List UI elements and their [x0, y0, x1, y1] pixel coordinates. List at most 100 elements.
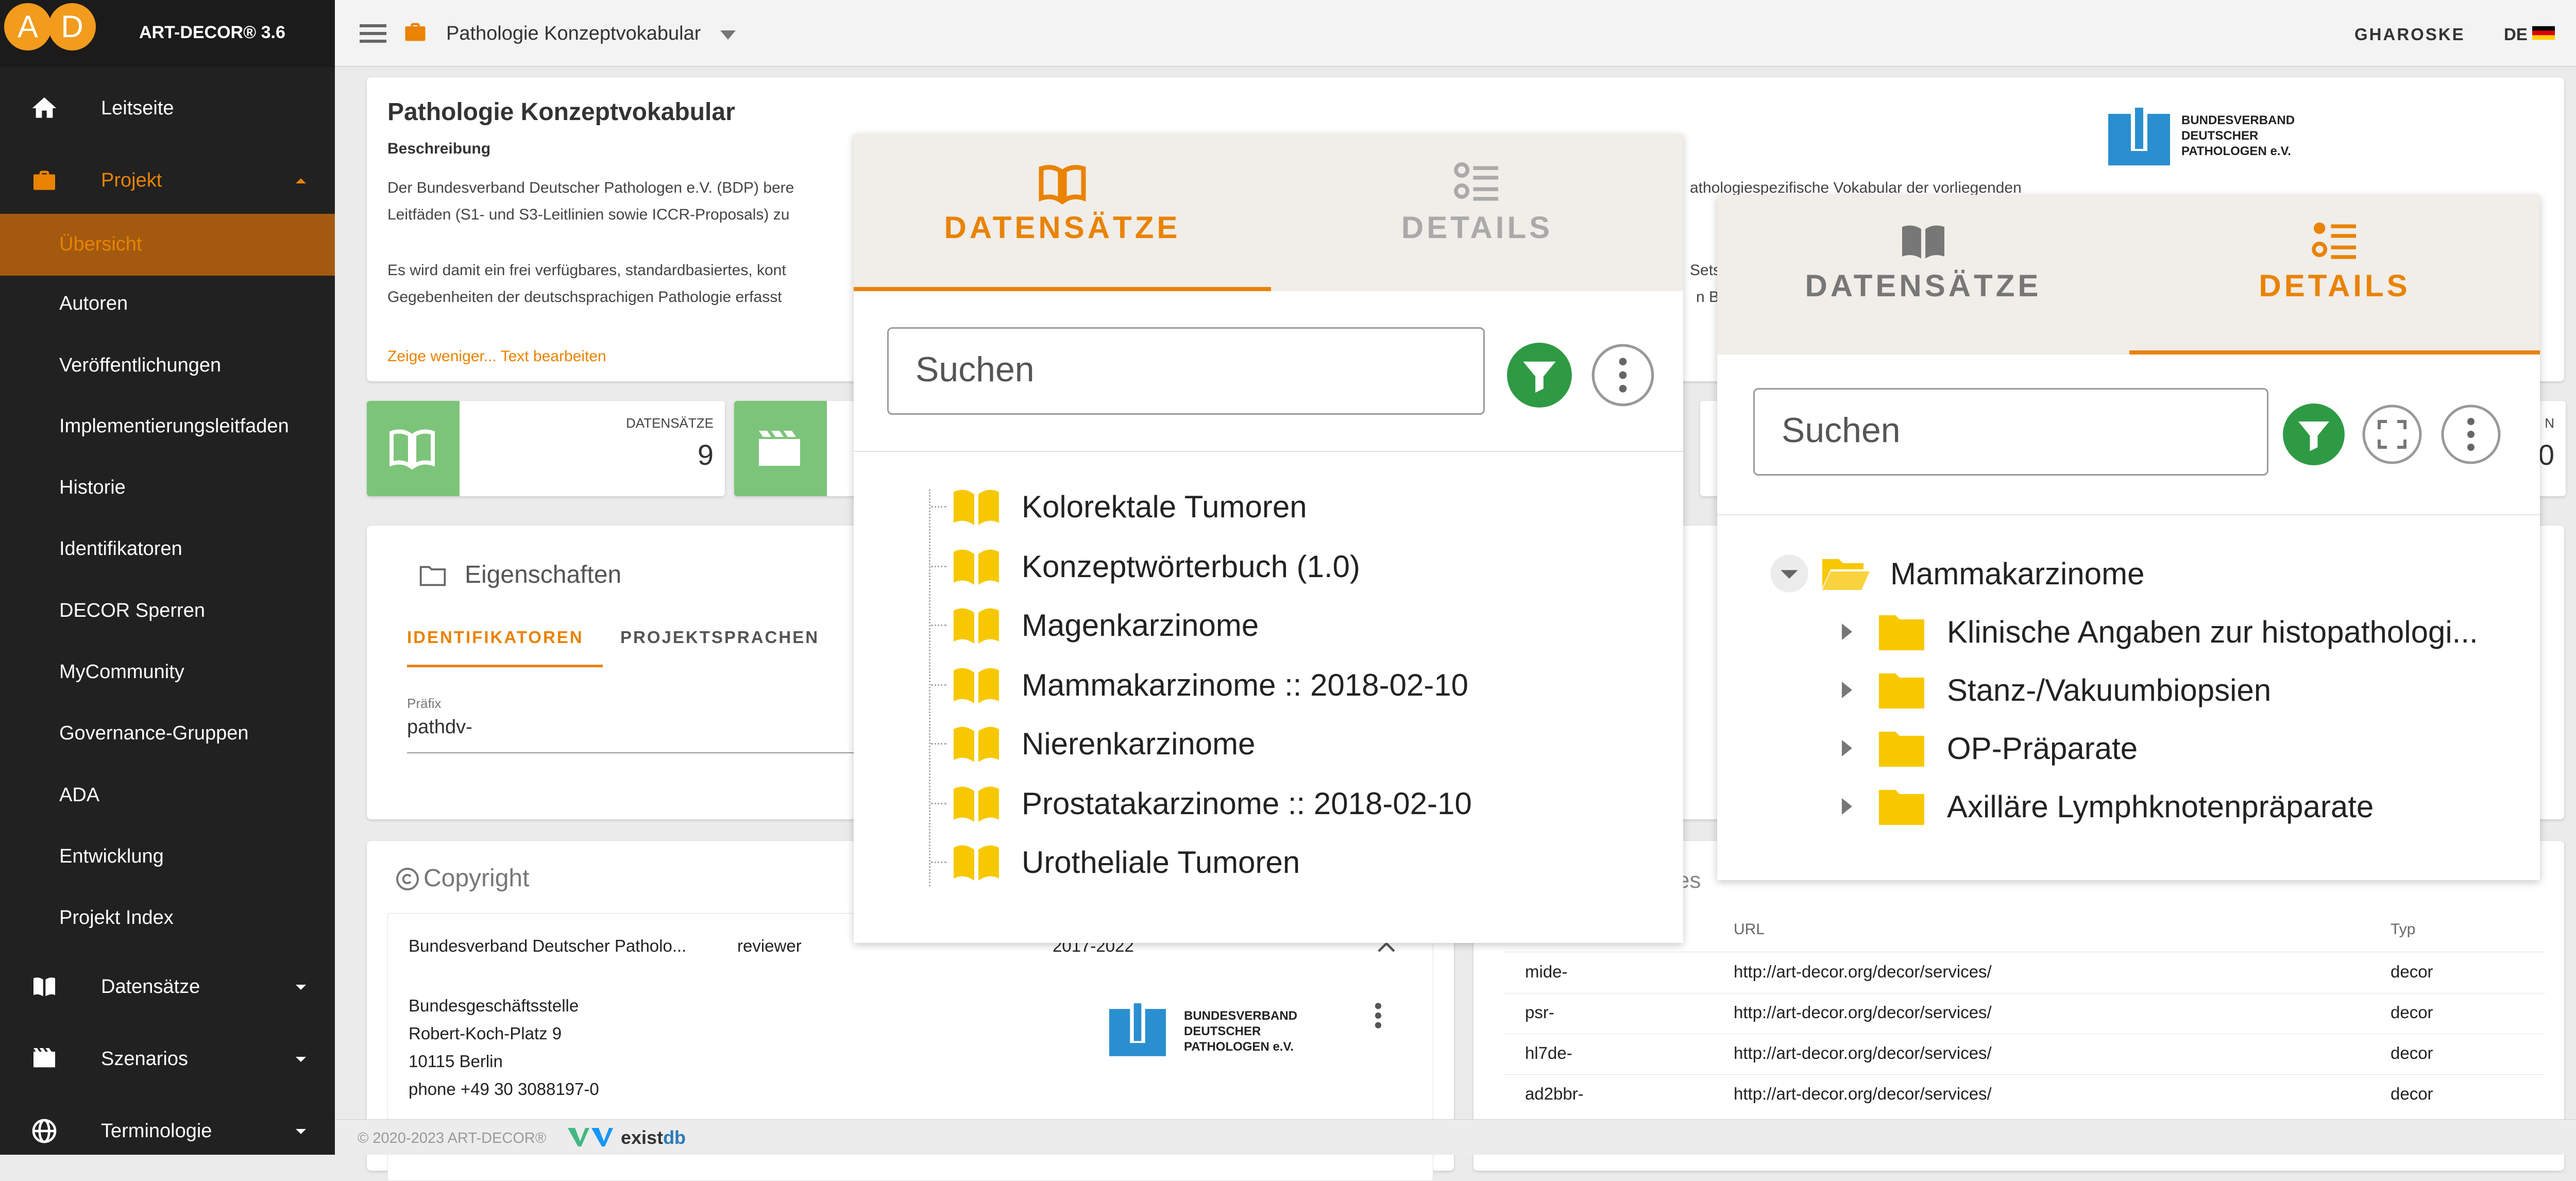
stat-card-szenarios[interactable] — [734, 401, 873, 496]
filter-button[interactable] — [2283, 403, 2345, 465]
service-url[interactable]: http://art-decor.org/decor/services/ — [1734, 962, 1992, 982]
tree-item[interactable]: Stanz-/Vakuumbiopsien — [1836, 671, 2271, 708]
briefcase-icon — [33, 171, 55, 190]
chevron-down-icon[interactable] — [289, 1047, 313, 1071]
tree-item[interactable]: Urotheliale Tumoren — [931, 843, 1300, 881]
expand-arrow-icon[interactable] — [1836, 621, 1856, 642]
stat-card-datensaetze[interactable]: DATENSÄTZE 9 — [367, 401, 725, 496]
sidebar-subitem-label: Übersicht — [59, 233, 142, 255]
project-selector[interactable]: Pathologie Konzeptvokabular — [446, 23, 701, 45]
brand-header[interactable]: A D ART-DECOR® 3.6 — [0, 0, 335, 67]
properties-title: Eigenschaften — [465, 561, 622, 588]
expand-arrow-icon[interactable] — [1836, 796, 1856, 817]
logo-text: DEUTSCHER — [2181, 129, 2259, 143]
tree-item[interactable]: Prostatakarzinome :: 2018-02-10 — [931, 785, 1472, 822]
user-menu[interactable]: GHAROSKE — [2354, 25, 2465, 44]
logo-text: BUNDESVERBAND — [1184, 1009, 1298, 1023]
collapse-toggle-icon[interactable] — [1769, 553, 1810, 594]
tree-item[interactable]: Konzeptwörterbuch (1.0) — [931, 548, 1360, 585]
expand-arrow-icon[interactable] — [1836, 680, 1856, 700]
more-options-button[interactable] — [1590, 343, 1655, 408]
home-icon — [32, 97, 57, 118]
tree-item[interactable]: Mammakarzinome :: 2018-02-10 — [931, 666, 1468, 703]
tree-item[interactable]: Magenkarzinome — [931, 606, 1259, 644]
menu-icon[interactable] — [360, 23, 386, 44]
column-header-url: URL — [1734, 921, 1765, 938]
tab-indicator — [854, 287, 1271, 291]
language-selector[interactable]: DE — [2504, 25, 2528, 44]
tab-details[interactable]: DETAILS — [1271, 162, 1683, 245]
chevron-down-icon[interactable] — [289, 1119, 313, 1143]
sidebar-subitem-uebersicht[interactable]: Übersicht — [0, 214, 335, 276]
tree-item-label: Nierenkarzinome — [1022, 726, 1256, 761]
tree-item-label: Axilläre Lymphknotenpräparate — [1947, 789, 2374, 824]
sidebar-subitem-veroeffentlichungen[interactable]: Veröffentlichungen — [0, 355, 335, 385]
sidebar-subitem-mycommunity[interactable]: MyCommunity — [0, 661, 335, 692]
tree-item-label: Magenkarzinome — [1022, 608, 1259, 643]
service-url[interactable]: http://art-decor.org/decor/services/ — [1734, 1043, 1992, 1063]
folder-book-icon — [954, 668, 999, 703]
german-flag-icon[interactable] — [2532, 25, 2555, 41]
copyright-icon — [396, 868, 419, 890]
sidebar-subitem-implementierungsleitfaden[interactable]: Implementierungsleitfaden — [0, 415, 335, 446]
bdp-logo: BUNDESVERBAND DEUTSCHER PATHOLOGEN e.V. — [2108, 106, 2295, 173]
tab-datensaetze[interactable]: DATENSÄTZE — [1717, 221, 2129, 303]
sidebar-subitem-projekt-index[interactable]: Projekt Index — [0, 907, 335, 938]
tab-details[interactable]: DETAILS — [2129, 221, 2540, 303]
logo-text: PATHOLOGEN e.V. — [1184, 1040, 1294, 1054]
sidebar-subitem-entwicklung[interactable]: Entwicklung — [0, 846, 335, 876]
sidebar-subitem-decor-sperren[interactable]: DECOR Sperren — [0, 600, 335, 631]
tab-projektsprachen[interactable]: PROJEKTSPRACHEN — [620, 628, 819, 647]
tab-identifikatoren[interactable]: IDENTIFIKATOREN — [407, 628, 584, 647]
sidebar-item-terminologie[interactable]: Terminologie — [0, 1116, 335, 1146]
tree-item[interactable]: Nierenkarzinome — [931, 725, 1256, 762]
service-url[interactable]: http://art-decor.org/decor/services/ — [1734, 1084, 1992, 1104]
sidebar-subitem-governance-gruppen[interactable]: Governance-Gruppen — [0, 722, 335, 753]
sidebar-item-leitseite[interactable]: Leitseite — [0, 93, 335, 124]
sidebar-item-projekt[interactable]: Projekt — [0, 165, 335, 196]
logo-text: PATHOLOGEN e.V. — [2181, 144, 2291, 158]
sidebar-item-datensaetze[interactable]: Datensätze — [0, 971, 335, 1002]
tree-root[interactable]: Mammakarzinome — [1769, 553, 2144, 594]
more-options-button[interactable] — [2440, 403, 2502, 465]
service-prefix: hl7de- — [1525, 1043, 1572, 1062]
sidebar-item-szenarios[interactable]: Szenarios — [0, 1043, 335, 1074]
filter-button[interactable] — [1507, 343, 1572, 408]
sidebar-subitem-ada[interactable]: ADA — [0, 784, 335, 815]
service-url[interactable]: http://art-decor.org/decor/services/ — [1734, 1003, 1992, 1022]
briefcase-icon — [405, 23, 426, 41]
sidebar-subitem-historie[interactable]: Historie — [0, 477, 335, 508]
expand-arrow-icon[interactable] — [1836, 738, 1856, 758]
sidebar-subitem-identifikatoren[interactable]: Identifikatoren — [0, 538, 335, 569]
copyright-title: Copyright — [423, 865, 530, 892]
service-type: decor — [2391, 1043, 2433, 1062]
more-vert-icon[interactable] — [1373, 1001, 1383, 1030]
tree-item[interactable]: Axilläre Lymphknotenpräparate — [1836, 788, 2374, 825]
sidebar-subitem-label: Implementierungsleitfaden — [59, 415, 289, 437]
service-type: decor — [2391, 962, 2433, 981]
tab-datensaetze[interactable]: DATENSÄTZE — [854, 162, 1271, 245]
chevron-down-icon[interactable] — [289, 974, 313, 999]
show-less-edit-links[interactable]: Zeige weniger... Text bearbeiten — [387, 348, 606, 365]
list-details-icon — [2311, 222, 2356, 259]
caret-down-icon[interactable] — [720, 30, 736, 40]
tree-item[interactable]: Klinische Angaben zur histopathologi... — [1836, 613, 2478, 650]
details-panel: DATENSÄTZE DETAILS Suchen Mammakarzinome… — [1717, 195, 2540, 880]
expand-button[interactable] — [2361, 403, 2423, 465]
search-input[interactable]: Suchen — [887, 327, 1485, 415]
existdb-logo-db: db — [663, 1127, 686, 1148]
search-input[interactable]: Suchen — [1753, 388, 2268, 476]
sidebar-subitem-label: Projekt Index — [59, 907, 174, 929]
sidebar-subitem-label: Entwicklung — [59, 846, 164, 867]
chevron-up-icon[interactable] — [289, 168, 313, 193]
sidebar-subitem-autoren[interactable]: Autoren — [0, 293, 335, 324]
stat-value: 0 — [2538, 438, 2554, 471]
tree-item[interactable]: OP-Präparate — [1836, 730, 2138, 767]
stat-value: 9 — [697, 438, 714, 471]
copyright-holder: Bundesverband Deutscher Patholo... — [409, 936, 687, 955]
bdp-logo-icon — [2108, 106, 2170, 165]
existdb-logo: existdb — [621, 1127, 686, 1149]
prefix-field[interactable]: pathdv- — [407, 716, 472, 738]
vuetify-logo-icon — [568, 1128, 613, 1146]
tree-item[interactable]: Kolorektale Tumoren — [931, 488, 1307, 525]
